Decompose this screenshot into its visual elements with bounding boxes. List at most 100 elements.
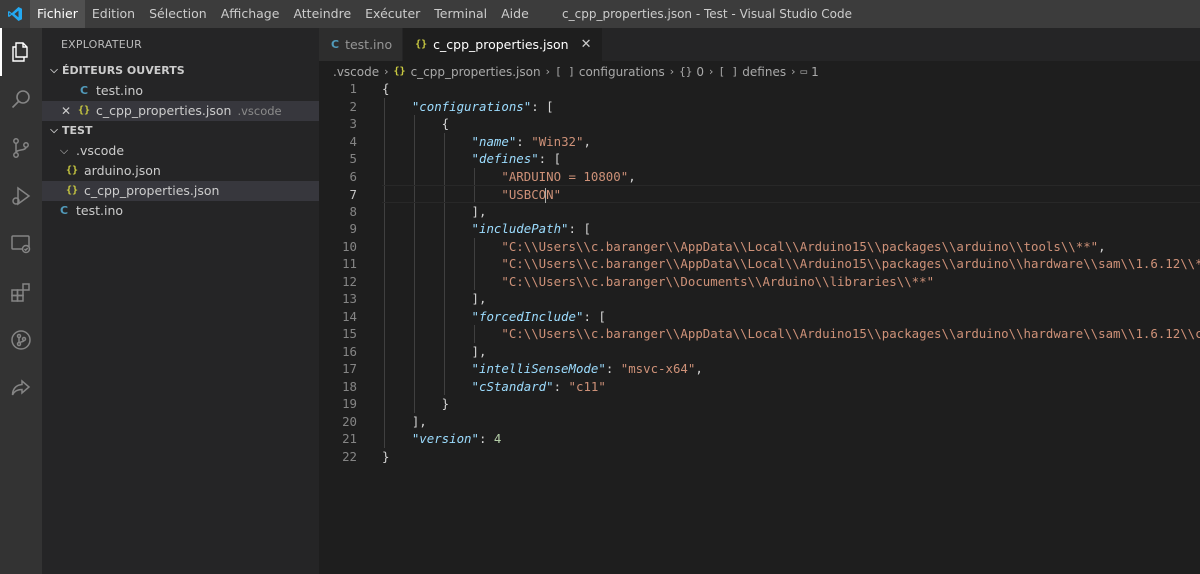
open-editors-label: ÉDITEURS OUVERTS: [62, 64, 185, 77]
line-number: 8: [349, 203, 357, 219]
code-line[interactable]: 5 "defines": [: [319, 150, 1200, 168]
line-number: 12: [342, 273, 357, 289]
code-text: "configurations": [: [411, 98, 554, 114]
code-line[interactable]: 21 "version": 4: [319, 430, 1200, 448]
menu-item-selection[interactable]: Sélection: [142, 0, 214, 28]
workspace-label: TEST: [62, 124, 93, 137]
tab-c-cpp-properties-json[interactable]: {} c_cpp_properties.json ✕: [403, 28, 603, 61]
open-editor-item-description: .vscode: [237, 104, 282, 118]
code-line[interactable]: 15 "C:\\Users\\c.baranger\\AppData\\Loca…: [319, 325, 1200, 343]
menu-item-fichier[interactable]: Fichier: [30, 0, 85, 28]
code-line[interactable]: 11 "C:\\Users\\c.baranger\\AppData\\Loca…: [319, 255, 1200, 273]
line-number: 14: [342, 308, 357, 324]
code-line[interactable]: 14 "forcedInclude": [: [319, 307, 1200, 325]
file-c-cpp-properties-json[interactable]: {} c_cpp_properties.json: [42, 181, 319, 201]
code-text: {: [382, 116, 450, 131]
code-text: "name": "Win32",: [471, 133, 591, 149]
file-arduino-json[interactable]: {} arduino.json: [42, 161, 319, 181]
code-line[interactable]: 3 {: [319, 115, 1200, 133]
json-file-icon: {}: [65, 165, 79, 176]
code-text: }: [382, 448, 390, 464]
text-cursor: [545, 188, 547, 203]
file-label: test.ino: [76, 203, 124, 218]
chevron-down-icon: ⌵: [50, 125, 58, 136]
line-number: 10: [342, 238, 357, 254]
code-text: "USBCON": [501, 187, 562, 203]
code-line[interactable]: 10 "C:\\Users\\c.baranger\\AppData\\Loca…: [319, 237, 1200, 255]
code-line[interactable]: 2 "configurations": [: [319, 97, 1200, 115]
line-number: 16: [342, 343, 357, 359]
activity-bar: [0, 28, 42, 574]
menu-item-affichage[interactable]: Affichage: [214, 0, 287, 28]
code-text: "ARDUINO = 10800",: [501, 168, 636, 184]
line-number: 20: [342, 413, 357, 429]
file-test-ino[interactable]: C test.ino: [42, 201, 319, 221]
menu-bar: Fichier Edition Sélection Affichage Atteindr…: [30, 0, 536, 28]
code-text: ],: [382, 343, 487, 359]
code-line[interactable]: 17 "intelliSenseMode": "msvc-x64",: [319, 360, 1200, 378]
code-text: "defines": [: [471, 151, 562, 166]
json-file-icon: {}: [415, 39, 428, 50]
code-line[interactable]: 6 "ARDUINO = 10800",: [319, 167, 1200, 185]
extensions-icon[interactable]: [0, 268, 42, 316]
open-editor-item-test-ino[interactable]: C test.ino: [42, 81, 319, 101]
code-text: "C:\\Users\\c.baranger\\AppData\\Local\\…: [501, 238, 1106, 254]
git-graph-icon[interactable]: [0, 316, 42, 364]
editor-area: C test.ino {} c_cpp_properties.json ✕ .v…: [319, 28, 1200, 574]
code-line[interactable]: 1{: [319, 80, 1200, 98]
code-line[interactable]: 7 "USBCON": [350, 185, 1200, 203]
code-line[interactable]: 12 "C:\\Users\\c.baranger\\Documents\\Ar…: [319, 272, 1200, 290]
line-number: 15: [342, 326, 357, 341]
code-text: "cStandard": "c11": [471, 378, 606, 394]
remote-explorer-icon[interactable]: [0, 220, 42, 268]
close-icon[interactable]: ✕: [581, 37, 592, 52]
code-text: "version": 4: [411, 431, 502, 446]
title-bar: Fichier Edition Sélection Affichage Atteindr…: [0, 0, 1200, 28]
code-line[interactable]: 4 "name": "Win32",: [319, 132, 1200, 150]
line-number: 21: [342, 431, 357, 446]
live-share-icon[interactable]: [0, 364, 42, 412]
line-number: 1: [349, 81, 357, 96]
menu-item-edition[interactable]: Edition: [85, 0, 142, 28]
code-line[interactable]: 16 ],: [319, 342, 1200, 360]
run-debug-icon[interactable]: [0, 172, 42, 220]
workspace-header[interactable]: ⌵ TEST: [42, 121, 319, 141]
code-text: "intelliSenseMode": "msvc-x64",: [471, 361, 703, 376]
code-line[interactable]: 8 ],: [319, 202, 1200, 220]
explorer-sidebar: EXPLORATEUR ⌵ ÉDITEURS OUVERTS C test.in…: [42, 28, 319, 574]
open-editors-header[interactable]: ⌵ ÉDITEURS OUVERTS: [42, 61, 319, 81]
line-number: 13: [342, 291, 357, 306]
line-number: 5: [349, 151, 357, 166]
menu-item-atteindre[interactable]: Atteindre: [286, 0, 358, 28]
arduino-file-icon: C: [331, 38, 340, 51]
code-line[interactable]: 19 }: [319, 395, 1200, 413]
open-editor-item-label: c_cpp_properties.json: [96, 103, 232, 118]
line-number: 3: [349, 116, 357, 131]
code-line[interactable]: 20 ],: [319, 412, 1200, 430]
open-editor-item-label: test.ino: [96, 83, 144, 98]
open-editor-item-c-cpp-properties[interactable]: ✕ {} c_cpp_properties.json .vscode: [42, 101, 319, 121]
menu-item-executer[interactable]: Exécuter: [358, 0, 427, 28]
code-editor[interactable]: 1{2 "configurations": [3 {4 "name": "Win…: [319, 80, 1200, 574]
code-line[interactable]: 13 ],: [319, 290, 1200, 308]
folder-vscode[interactable]: ⌵ .vscode: [42, 141, 319, 161]
code-line[interactable]: 9 "includePath": [: [319, 220, 1200, 238]
files-icon[interactable]: [0, 28, 42, 76]
tab-label: test.ino: [345, 37, 393, 52]
line-number: 22: [342, 448, 357, 464]
line-number: 17: [342, 361, 357, 376]
menu-item-terminal[interactable]: Terminal: [427, 0, 494, 28]
source-control-icon[interactable]: [0, 124, 42, 172]
code-text: }: [382, 396, 450, 411]
code-line[interactable]: 18 "cStandard": "c11": [319, 377, 1200, 395]
line-number: 11: [342, 256, 357, 271]
menu-item-aide[interactable]: Aide: [494, 0, 536, 28]
file-label: c_cpp_properties.json: [84, 183, 220, 198]
code-line[interactable]: 22}: [319, 448, 1200, 466]
json-file-icon: {}: [65, 185, 79, 196]
chevron-down-icon: ⌵: [59, 144, 69, 157]
search-icon[interactable]: [0, 76, 42, 124]
vscode-logo-icon: [0, 0, 30, 28]
tab-test-ino[interactable]: C test.ino: [319, 28, 404, 61]
close-icon[interactable]: ✕: [58, 101, 74, 121]
